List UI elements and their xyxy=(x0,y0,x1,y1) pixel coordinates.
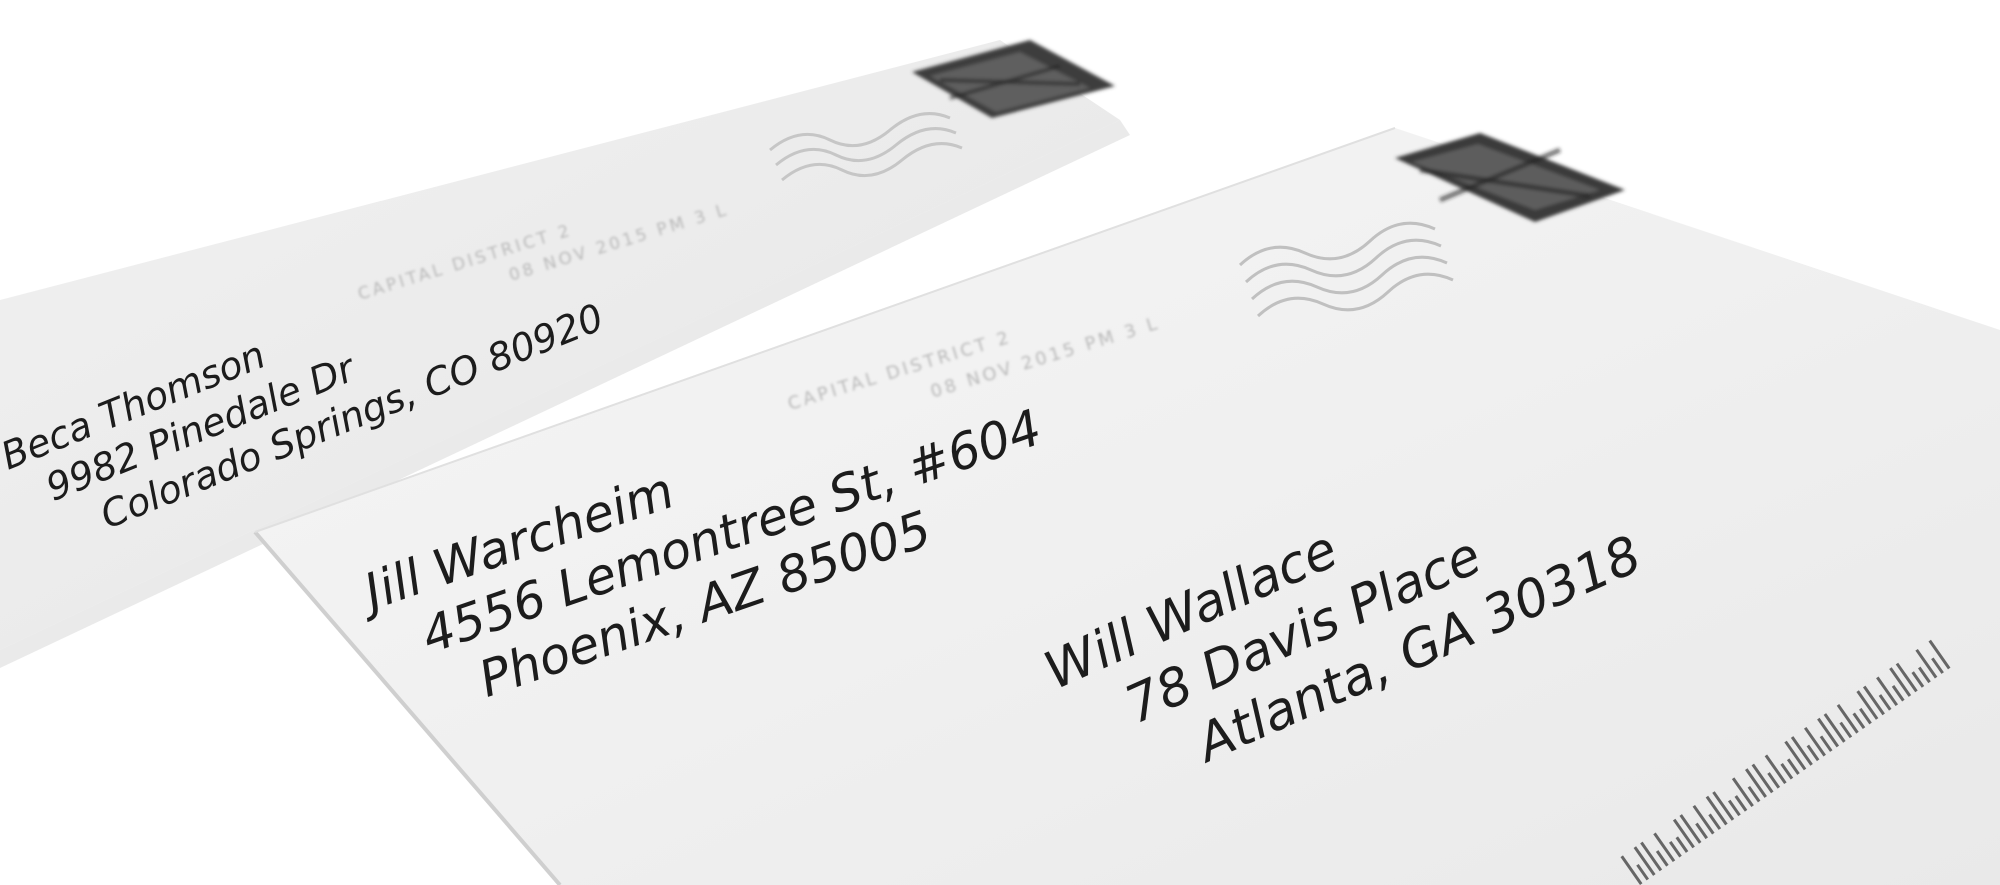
envelopes-photo: CAPITAL DISTRICT 2 08 NOV 2015 PM 3 L Be… xyxy=(0,40,2000,885)
